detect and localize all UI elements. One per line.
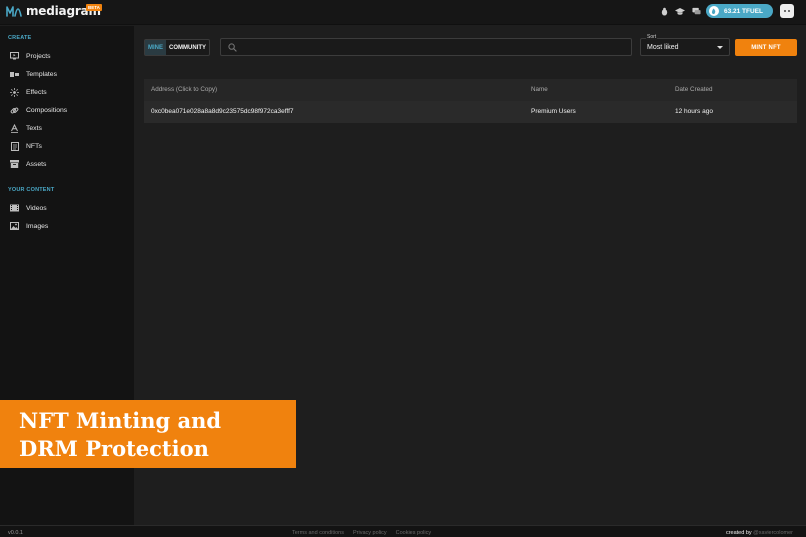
sort-label: Sort <box>646 34 658 40</box>
nft-table: Address (Click to Copy) Name Date Create… <box>144 79 797 123</box>
balance-value: 63.21 TFUEL <box>723 7 763 15</box>
sort-select[interactable]: Sort Most liked <box>640 34 730 56</box>
search-input[interactable] <box>220 38 632 56</box>
sidebar-item-label: Templates <box>26 70 57 78</box>
sidebar-item-label: Assets <box>26 160 47 168</box>
sidebar-item-nfts[interactable]: NFTs <box>10 140 42 152</box>
sidebar-item-texts[interactable]: Texts <box>10 122 42 134</box>
film-icon <box>10 204 19 213</box>
tfuel-coin-icon <box>708 6 719 16</box>
mint-nft-button[interactable]: MINT NFT <box>735 39 797 56</box>
link-icon <box>10 106 19 115</box>
sidebar-item-label: Videos <box>26 204 47 212</box>
tfuel-balance[interactable]: 63.21 TFUEL <box>705 4 773 18</box>
name-cell: Premium Users <box>531 108 576 115</box>
footer-links: Terms and conditions Privacy policy Cook… <box>292 530 440 536</box>
terms-link[interactable]: Terms and conditions <box>292 530 344 536</box>
sidebar-item-images[interactable]: Images <box>10 220 48 232</box>
archive-icon <box>10 160 19 169</box>
tab-mine[interactable]: MINE <box>145 40 166 55</box>
text-icon <box>10 123 19 133</box>
credit: created by @xaviercolomer <box>726 530 793 536</box>
top-actions: 63.21 TFUEL <box>654 4 794 18</box>
sidebar-item-videos[interactable]: Videos <box>10 202 47 214</box>
banner-title: NFT Minting and DRM Protection <box>19 407 221 463</box>
column-header-name[interactable]: Name <box>531 86 548 93</box>
tab-community[interactable]: COMMUNITY <box>166 40 209 55</box>
search-icon <box>228 43 237 54</box>
sort-value: Most liked <box>647 44 679 51</box>
sidebar-item-compositions[interactable]: Compositions <box>10 104 67 116</box>
bug-icon[interactable] <box>659 6 670 17</box>
logo-wave-icon <box>6 6 22 17</box>
sidebar-item-label: NFTs <box>26 142 42 150</box>
sparkle-icon <box>10 87 19 97</box>
privacy-link[interactable]: Privacy policy <box>353 530 387 536</box>
templates-icon <box>10 70 19 79</box>
author-link[interactable]: @xaviercolomer <box>753 530 793 536</box>
sidebar-item-projects[interactable]: Projects <box>10 50 51 62</box>
sidebar-item-templates[interactable]: Templates <box>10 68 57 80</box>
footer: v0.0.1 Terms and conditions Privacy poli… <box>0 525 806 537</box>
feature-banner: NFT Minting and DRM Protection <box>0 400 296 468</box>
sidebar-item-label: Texts <box>26 124 42 132</box>
sidebar-item-label: Compositions <box>26 106 68 114</box>
table-header: Address (Click to Copy) Name Date Create… <box>144 79 797 101</box>
sidebar-item-label: Images <box>26 222 49 230</box>
avatar[interactable] <box>780 4 794 18</box>
graduation-cap-icon[interactable] <box>675 6 686 17</box>
section-title-create: CREATE <box>8 35 32 41</box>
sidebar-item-label: Effects <box>26 88 47 96</box>
column-header-address[interactable]: Address (Click to Copy) <box>151 86 217 93</box>
banner-line-1: NFT Minting and <box>19 408 222 433</box>
top-bar: mediagram BETA 63.21 TFUEL <box>0 0 806 25</box>
beta-badge: BETA <box>86 4 102 11</box>
ownership-toggle: MINE COMMUNITY <box>144 39 210 56</box>
nft-icon <box>10 141 19 151</box>
sidebar-item-effects[interactable]: Effects <box>10 86 47 98</box>
cookies-link[interactable]: Cookies policy <box>396 530 431 536</box>
chat-icon[interactable] <box>691 6 702 17</box>
address-cell[interactable]: 0xc0bea071e028a8a8d9c23575dc98f972ca3eff… <box>151 108 294 115</box>
monitor-icon <box>10 52 19 61</box>
column-header-date[interactable]: Date Created <box>675 86 712 93</box>
chevron-down-icon <box>717 46 723 49</box>
date-cell: 12 hours ago <box>675 108 713 115</box>
credit-label: created by <box>725 530 752 536</box>
table-row[interactable]: 0xc0bea071e028a8a8d9c23575dc98f972ca3eff… <box>144 101 797 123</box>
sidebar-item-label: Projects <box>26 52 51 60</box>
image-icon <box>10 222 19 231</box>
banner-line-2: DRM Protection <box>19 436 209 461</box>
sidebar-item-assets[interactable]: Assets <box>10 158 46 170</box>
section-title-your-content: YOUR CONTENT <box>8 187 55 193</box>
version-label: v0.0.1 <box>8 530 23 536</box>
